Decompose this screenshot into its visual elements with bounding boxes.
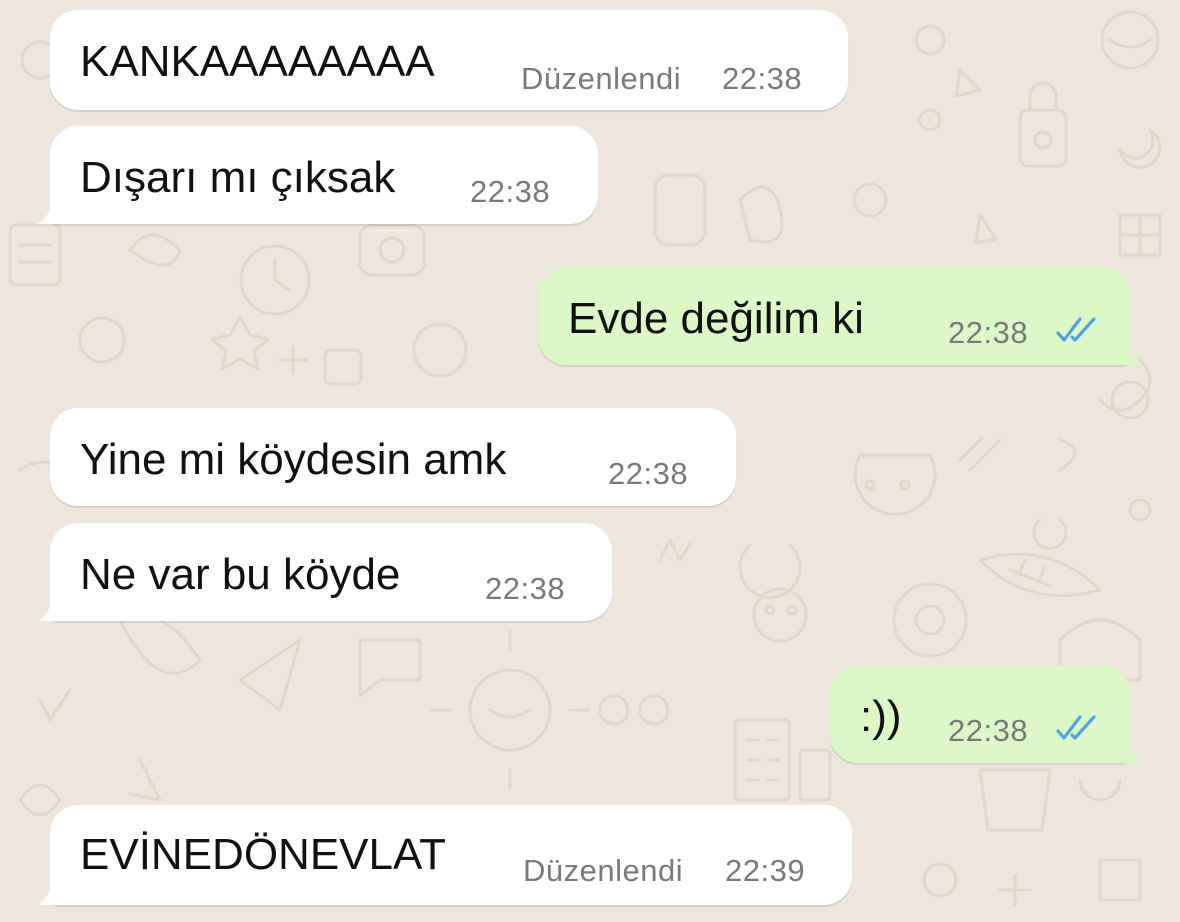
message-bubble-outgoing[interactable]: Evde değilim ki 22:38	[538, 267, 1142, 365]
message-bubble-incoming[interactable]: EVİNEDÖNEVLAT Düzenlendi 22:39	[38, 805, 852, 905]
message-bubble-incoming[interactable]: KANKAAAAAAAA Düzenlendi 22:38	[50, 10, 848, 110]
edited-label: Düzenlendi	[521, 61, 682, 96]
message-time: 22:38	[608, 456, 689, 491]
bubble-tail	[1118, 741, 1142, 763]
message-text: Dışarı mı çıksak	[80, 153, 396, 202]
message-bubble-incoming[interactable]: Yine mi köydesin amk 22:38	[50, 408, 736, 506]
message-time: 22:38	[470, 174, 551, 209]
bubble-tail	[1118, 343, 1142, 365]
message-time: 22:38	[948, 315, 1029, 350]
message-text: EVİNEDÖNEVLAT	[80, 830, 446, 879]
message-text: Yine mi köydesin amk	[80, 435, 507, 484]
message-time: 22:38	[722, 61, 803, 96]
bubble-tail	[38, 883, 62, 905]
message-bubble-incoming[interactable]: Ne var bu köyde 22:38	[38, 523, 612, 621]
message-text: KANKAAAAAAAA	[80, 37, 435, 86]
message-time: 22:38	[948, 713, 1029, 748]
edited-label: Düzenlendi	[523, 853, 684, 888]
message-bubble-incoming[interactable]: Dışarı mı çıksak 22:38	[38, 126, 598, 224]
message-time: 22:38	[485, 571, 566, 606]
message-time: 22:39	[725, 853, 806, 888]
message-text: Ne var bu köyde	[80, 550, 401, 599]
message-bubble-outgoing[interactable]: :)) 22:38	[830, 665, 1142, 763]
message-text: Evde değilim ki	[568, 294, 864, 343]
message-text: :))	[860, 692, 902, 741]
double-check-read-icon	[1056, 317, 1096, 342]
double-check-read-icon	[1056, 715, 1096, 740]
bubble-tail	[38, 202, 62, 224]
bubble-tail	[38, 599, 62, 621]
